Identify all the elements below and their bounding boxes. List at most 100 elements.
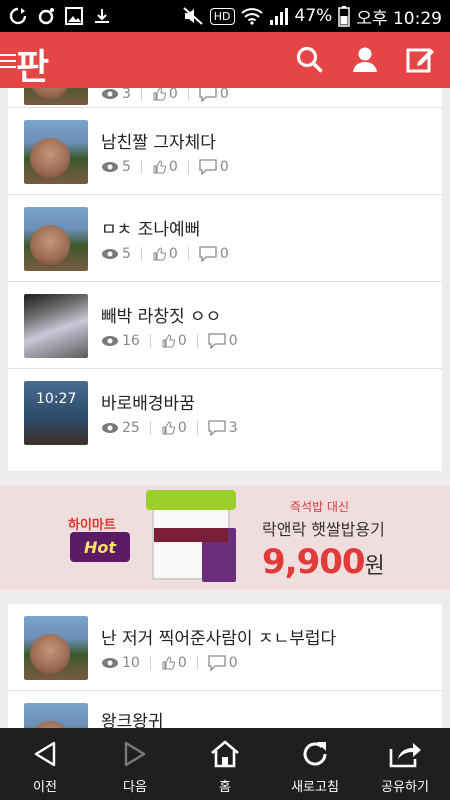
post-title: 난 저거 찍어준사람이 ㅈㄴ부럽다 xyxy=(101,629,337,649)
mute-icon xyxy=(182,6,204,26)
post-thumbnail xyxy=(24,616,88,680)
eye-icon xyxy=(102,658,118,668)
post-title: 바로배경바꿈 xyxy=(101,394,195,414)
view-count: 3 xyxy=(122,88,131,102)
list-item[interactable]: 난 저거 찍어준사람이 ㅈㄴ부럽다 10 0 0 xyxy=(8,604,442,691)
ad-product-name: 락앤락 햇쌀밥용기 xyxy=(262,520,385,539)
eye-icon xyxy=(102,336,118,346)
ad-banner[interactable]: 하이마트 Hot 즉석밥 대신 락앤락 햇쌀밥용기 9,900원 xyxy=(0,486,450,590)
refresh-label: 새로고침 xyxy=(291,780,339,795)
home-button[interactable]: 홈 xyxy=(180,728,270,800)
share-label: 공유하기 xyxy=(381,780,429,795)
ad-price-value: 9,900 xyxy=(262,542,366,582)
battery-percent: 47% xyxy=(294,6,333,26)
ad-subtitle: 즉석밥 대신 xyxy=(290,500,350,514)
product-image xyxy=(140,488,244,586)
like-icon xyxy=(153,88,166,101)
ad-brand: 하이마트 xyxy=(68,518,116,533)
list-item[interactable]: 10:27 바로배경바꿈 25 0 3 xyxy=(8,369,442,456)
forward-label: 다음 xyxy=(123,780,147,795)
like-icon xyxy=(162,334,175,348)
post-thumbnail xyxy=(24,294,88,358)
app-header: 판 xyxy=(0,32,450,88)
eye-icon xyxy=(102,249,118,259)
like-icon xyxy=(153,160,166,174)
post-title: 왕크왕귀 xyxy=(101,712,164,728)
ad-brand-logo: Hot xyxy=(70,532,130,562)
list-item[interactable]: ㅁㅊ 조나예뻐 5 0 0 xyxy=(8,195,442,282)
list-item[interactable]: 왕크왕귀 xyxy=(8,691,442,728)
hd-badge: HD xyxy=(209,7,235,25)
comment-icon xyxy=(208,655,226,671)
post-card: 3 0 0 남친짤 그자체다 5 0 0 ㅁㅊ 조나예뻐 5 0 0 빼박 라창… xyxy=(8,88,442,471)
eye-icon xyxy=(102,423,118,433)
post-list: 3 0 0 남친짤 그자체다 5 0 0 ㅁㅊ 조나예뻐 5 0 0 빼박 라창… xyxy=(0,88,450,728)
status-bar: HD 47% 오후 10:29 xyxy=(0,0,450,32)
sync-icon xyxy=(8,6,28,26)
comment-icon xyxy=(199,88,217,102)
profile-icon[interactable] xyxy=(348,42,382,76)
thumbnail-time-text: 10:27 xyxy=(36,391,77,407)
like-count: 0 xyxy=(177,655,187,671)
ad-price-unit: 원 xyxy=(364,554,385,579)
post-thumbnail xyxy=(24,120,88,184)
download-icon xyxy=(92,6,112,26)
comment-count: 0 xyxy=(228,655,238,671)
like-count: 0 xyxy=(177,333,187,349)
clock: 오후 10:29 xyxy=(356,8,442,29)
list-item[interactable]: 남친짤 그자체다 5 0 0 xyxy=(8,108,442,195)
refresh-icon xyxy=(300,736,330,772)
view-count: 5 xyxy=(122,159,131,175)
comment-count: 0 xyxy=(219,88,229,102)
post-thumbnail xyxy=(24,88,88,105)
view-count: 10 xyxy=(122,655,140,671)
search-icon[interactable] xyxy=(292,42,326,76)
back-label: 이전 xyxy=(33,780,57,795)
battery-icon xyxy=(338,5,351,27)
back-button[interactable]: 이전 xyxy=(0,728,90,800)
post-title: 빼박 라창짓 ㅇㅇ xyxy=(101,307,222,327)
comment-icon xyxy=(199,159,217,175)
comment-count: 0 xyxy=(228,333,238,349)
like-icon xyxy=(162,656,175,670)
view-count: 25 xyxy=(122,420,140,436)
share-button[interactable]: 공유하기 xyxy=(360,728,450,800)
wifi-icon xyxy=(240,7,263,25)
comment-count: 0 xyxy=(219,159,229,175)
comment-icon xyxy=(208,420,226,436)
menu-icon[interactable] xyxy=(0,50,16,70)
like-icon xyxy=(153,247,166,261)
like-count: 0 xyxy=(168,159,178,175)
list-item[interactable]: 빼박 라창짓 ㅇㅇ 16 0 0 xyxy=(8,282,442,369)
list-item[interactable]: 3 0 0 xyxy=(8,88,442,108)
record-icon xyxy=(36,6,56,26)
bottom-nav: 이전 다음 홈 새로고침 공유하기 xyxy=(0,728,450,800)
comment-icon xyxy=(208,333,226,349)
forward-arrow-icon xyxy=(122,736,148,772)
forward-button[interactable]: 다음 xyxy=(90,728,180,800)
post-title: ㅁㅊ 조나예뻐 xyxy=(101,220,201,240)
share-icon xyxy=(388,736,422,772)
like-count: 0 xyxy=(168,246,178,262)
like-icon xyxy=(162,421,175,435)
post-card: 난 저거 찍어준사람이 ㅈㄴ부럽다 10 0 0 왕크왕귀 xyxy=(8,604,442,728)
refresh-button[interactable]: 새로고침 xyxy=(270,728,360,800)
post-thumbnail xyxy=(24,703,88,728)
post-thumbnail xyxy=(24,207,88,271)
post-title: 남친짤 그자체다 xyxy=(101,133,216,153)
app-logo[interactable]: 판 xyxy=(16,38,49,90)
like-count: 0 xyxy=(177,420,187,436)
comment-count: 0 xyxy=(219,246,229,262)
like-count: 0 xyxy=(168,88,178,102)
back-arrow-icon xyxy=(32,736,58,772)
ad-price: 9,900원 xyxy=(262,542,385,582)
signal-icon xyxy=(269,7,289,25)
write-icon[interactable] xyxy=(404,42,438,76)
comment-count: 3 xyxy=(228,420,238,436)
home-icon xyxy=(209,736,241,772)
view-count: 5 xyxy=(122,246,131,262)
eye-icon xyxy=(102,89,118,99)
home-label: 홈 xyxy=(219,780,231,795)
comment-icon xyxy=(199,246,217,262)
gallery-icon xyxy=(64,6,84,26)
